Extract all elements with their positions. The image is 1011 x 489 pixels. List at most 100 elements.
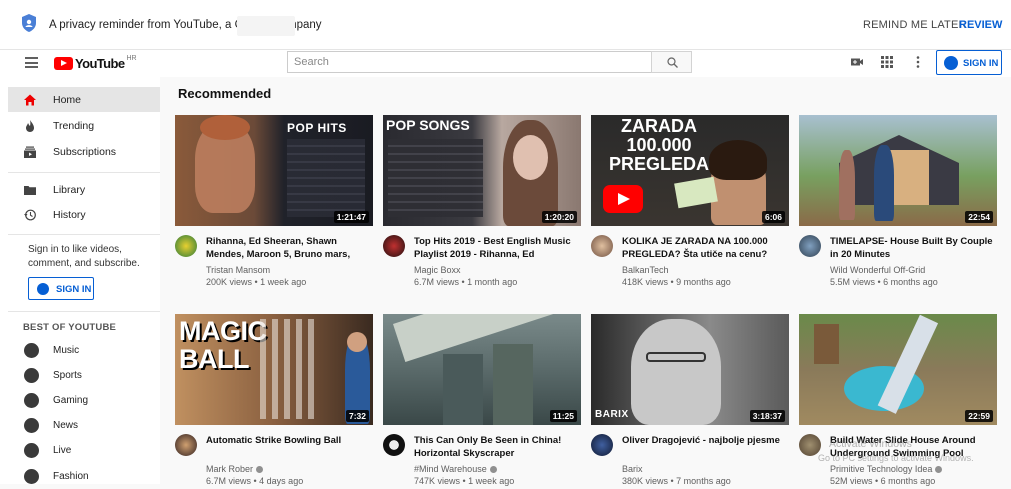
fashion-icon	[24, 469, 39, 484]
sidebar-item-gaming[interactable]: Gaming	[8, 388, 160, 413]
video-thumbnail[interactable]: ZARADA 100.000 PREGLEDA 6:06	[591, 115, 789, 226]
video-thumbnail[interactable]: 11:25	[383, 314, 581, 425]
channel-name[interactable]: Tristan Mansom	[206, 265, 270, 275]
sidebar-item-live[interactable]: Live	[8, 438, 160, 463]
channel-avatar[interactable]	[383, 434, 405, 456]
video-duration: 11:25	[549, 410, 577, 422]
apps-grid-icon[interactable]	[880, 55, 894, 69]
search-icon	[667, 57, 678, 68]
sidebar-item-trending[interactable]: Trending	[8, 113, 160, 138]
channel-name[interactable]: BalkanTech	[622, 265, 669, 275]
thumbnail-text: MAGIC BALL	[179, 316, 267, 374]
sidebar-item-label: History	[53, 209, 86, 221]
video-title[interactable]: TIMELAPSE- House Built By Couple in 20 M…	[830, 235, 996, 261]
video-meta: 52M views • 6 months ago	[830, 476, 936, 486]
video-meta: 6.7M views • 4 days ago	[206, 476, 304, 486]
sidebar-item-fashion[interactable]: Fashion	[8, 464, 160, 489]
channel-name[interactable]: #Mind Warehouse	[414, 464, 497, 474]
channel-avatar[interactable]	[383, 235, 405, 257]
video-title[interactable]: KOLIKA JE ZARADA NA 100.000 PREGLEDA? Št…	[622, 235, 788, 261]
remind-me-later-button[interactable]: REMIND ME LATER	[863, 19, 967, 31]
sidebar-item-history[interactable]: History	[8, 202, 160, 227]
best-of-youtube-heading: BEST OF YOUTUBE	[23, 322, 117, 333]
channel-avatar[interactable]	[799, 235, 821, 257]
video-title[interactable]: Oliver Dragojević - najbolje pjesme	[622, 434, 788, 447]
video-thumbnail[interactable]: POP HITS 1:21:47	[175, 115, 373, 226]
sign-in-button[interactable]: SIGN IN	[936, 50, 1002, 75]
video-meta: 200K views • 1 week ago	[206, 277, 307, 287]
channel-avatar[interactable]	[591, 235, 613, 257]
sidebar-item-subscriptions[interactable]: Subscriptions	[8, 139, 160, 164]
thumbnail-text: POP SONGS	[386, 117, 470, 133]
sidebar-item-music[interactable]: Music	[8, 338, 160, 363]
search-input[interactable]: Search	[287, 51, 652, 73]
video-meta: 5.5M views • 6 months ago	[830, 277, 938, 287]
menu-icon[interactable]	[25, 57, 38, 68]
home-icon	[24, 94, 36, 106]
sidebar: Home Trending Subscriptions Library Hist…	[0, 77, 160, 484]
account-icon	[944, 56, 958, 70]
channel-name-text[interactable]: #Mind Warehouse	[414, 464, 487, 474]
youtube-logo[interactable]: YouTube HR	[54, 55, 137, 71]
video-thumbnail[interactable]: 22:54	[799, 115, 997, 226]
video-title[interactable]: Top Hits 2019 - Best English Music Playl…	[414, 235, 580, 261]
video-title[interactable]: Automatic Strike Bowling Ball	[206, 434, 372, 447]
sports-icon	[24, 368, 39, 383]
channel-name[interactable]: Mark Rober	[206, 464, 264, 474]
video-duration: 6:06	[761, 211, 785, 223]
sidebar-item-label: Sports	[53, 370, 82, 381]
sidebar-item-home[interactable]: Home	[8, 87, 160, 112]
channel-name[interactable]: Barix	[622, 464, 643, 474]
sign-in-label: SIGN IN	[56, 284, 92, 295]
channel-avatar[interactable]	[175, 434, 197, 456]
history-icon	[24, 209, 36, 221]
account-icon	[37, 283, 49, 295]
sidebar-divider	[8, 234, 160, 235]
review-button[interactable]: REVIEW	[959, 19, 1002, 31]
channel-avatar[interactable]	[591, 434, 613, 456]
search-button[interactable]	[651, 51, 692, 73]
create-video-icon[interactable]	[850, 55, 864, 69]
channel-name-text[interactable]: Mark Rober	[206, 464, 253, 474]
verified-icon	[256, 466, 264, 473]
sidebar-item-library[interactable]: Library	[8, 177, 160, 202]
thumbnail-text: POP HITS	[287, 121, 347, 135]
video-title[interactable]: Rihanna, Ed Sheeran, Shawn Mendes, Maroo…	[206, 235, 372, 261]
more-options-icon[interactable]	[911, 55, 925, 69]
channel-avatar[interactable]	[175, 235, 197, 257]
video-duration: 1:20:20	[541, 211, 577, 223]
channel-name[interactable]: Magic Boxx	[414, 265, 461, 275]
play-icon	[603, 185, 643, 213]
video-thumbnail[interactable]: BARIX 3:18:37	[591, 314, 789, 425]
video-thumbnail[interactable]: 22:59	[799, 314, 997, 425]
video-duration: 1:21:47	[333, 211, 369, 223]
activate-windows-hint: Go to PC settings to activate Windows.	[818, 453, 974, 463]
sidebar-divider	[8, 172, 160, 173]
sidebar-divider	[8, 311, 160, 312]
flame-icon	[26, 120, 34, 132]
sidebar-item-sports[interactable]: Sports	[8, 363, 160, 388]
video-thumbnail[interactable]: POP SONGS 1:20:20	[383, 115, 581, 226]
sidebar-item-label: Live	[53, 445, 72, 456]
sidebar-sign-in-button[interactable]: SIGN IN	[28, 277, 94, 300]
sidebar-item-label: Music	[53, 345, 80, 356]
channel-name[interactable]: Primitive Technology Idea	[830, 464, 943, 474]
gaming-icon	[24, 393, 39, 408]
video-duration: 22:59	[965, 410, 993, 422]
video-duration: 3:18:37	[749, 410, 785, 422]
channel-name-text[interactable]: Primitive Technology Idea	[830, 464, 932, 474]
sidebar-item-label: Subscriptions	[53, 146, 117, 158]
banner-overlay	[237, 16, 295, 36]
verified-icon	[489, 466, 497, 473]
video-title[interactable]: This Can Only Be Seen in China! Horizont…	[414, 434, 580, 460]
section-title: Recommended	[178, 86, 272, 101]
privacy-banner: A privacy reminder from YouTube, a Googl…	[0, 0, 1011, 50]
activate-windows-title: Activate Windows	[829, 438, 912, 450]
sidebar-item-label: Library	[53, 184, 86, 196]
youtube-play-icon	[54, 56, 73, 70]
verified-icon	[935, 466, 943, 473]
sidebar-item-news[interactable]: News	[8, 413, 160, 438]
video-meta: 418K views • 9 months ago	[622, 277, 731, 287]
channel-name[interactable]: Wild Wonderful Off-Grid	[830, 265, 925, 275]
video-thumbnail[interactable]: MAGIC BALL 7:32	[175, 314, 373, 425]
